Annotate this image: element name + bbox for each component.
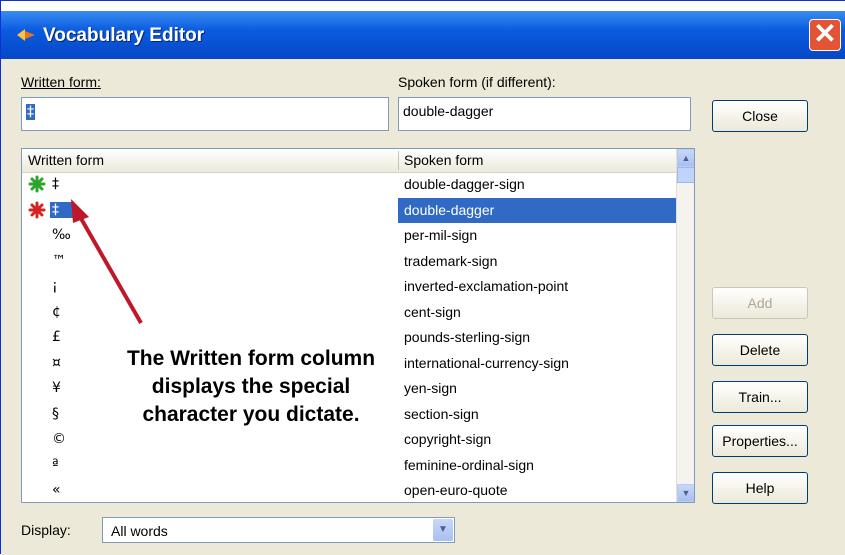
annotation-arrow bbox=[71, 199, 143, 324]
chevron-down-icon[interactable]: ▼ bbox=[433, 519, 453, 541]
display-value: All words bbox=[111, 523, 168, 539]
display-dropdown[interactable]: All words ▼ bbox=[102, 517, 455, 543]
vocabulary-editor-window: Vocabulary Editor ✕ Written form: ‡ Spok… bbox=[0, 0, 845, 555]
display-label: Display: bbox=[21, 522, 71, 538]
annotation-text: The Written form column displays the spe… bbox=[126, 347, 376, 426]
